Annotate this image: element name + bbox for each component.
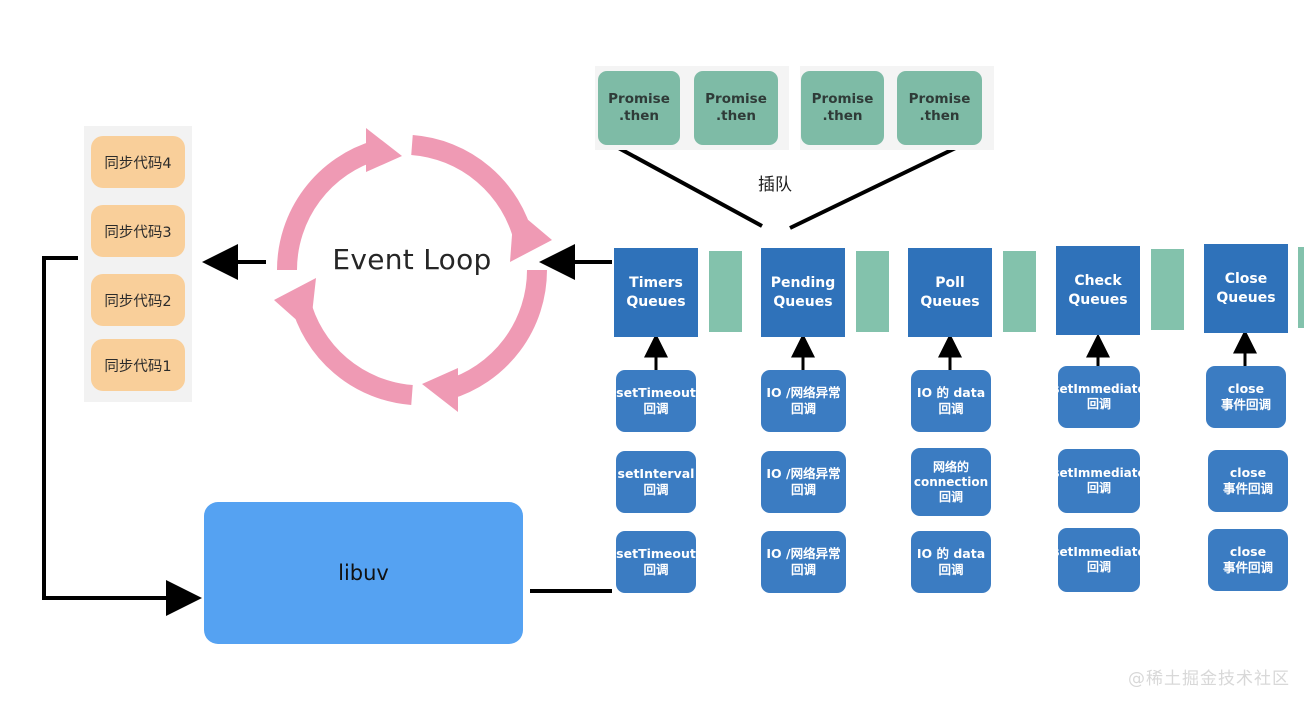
callback-box: setTimeout 回调 — [616, 531, 696, 593]
callback-box: setInterval 回调 — [616, 451, 696, 513]
callback-box: 网络的 connection 回调 — [911, 448, 991, 516]
queue-header-line1: Poll — [935, 275, 965, 292]
libuv-label: libuv — [338, 561, 389, 585]
callback-line2: 回调 — [938, 489, 963, 504]
callback-box: setImmediate 回调 — [1052, 528, 1146, 592]
call-stack-panel: 同步代码4 同步代码3 同步代码2 同步代码1 — [84, 126, 192, 402]
queue-header-line2: Queues — [626, 293, 686, 310]
callback-line2: 回调 — [790, 401, 816, 416]
callback-line2: 回调 — [790, 562, 816, 577]
callback-line2: 回调 — [643, 401, 669, 416]
queue-header-timers: Timers Queues — [614, 248, 698, 337]
callback-line2: 事件回调 — [1220, 397, 1271, 412]
callback-line1: IO /网络异常 — [766, 385, 841, 401]
queue-separator-bar — [1003, 251, 1036, 332]
callback-line1: close — [1229, 465, 1267, 481]
call-stack-item-label: 同步代码2 — [104, 293, 172, 310]
queue-header-line2: Queues — [920, 293, 980, 310]
queue-header-line2: Queues — [773, 293, 833, 310]
queue-separator-bar — [1151, 249, 1184, 330]
promise-label-line1: Promise — [705, 91, 767, 108]
promise-label-line1: Promise — [811, 91, 874, 108]
callback-line1: IO 的 data — [916, 385, 986, 401]
call-stack-item: 同步代码4 — [91, 136, 185, 188]
callback-line2: 回调 — [643, 562, 669, 577]
libuv-box: libuv — [204, 502, 523, 644]
promise-label-line2: .then — [716, 108, 756, 124]
callback-box: setTimeout 回调 — [616, 370, 696, 432]
queue-header-line2: Queues — [1216, 289, 1276, 306]
promise-then-box: Promise .then — [694, 71, 778, 145]
callback-box: close 事件回调 — [1208, 529, 1288, 591]
promise-label-line1: Promise — [908, 91, 971, 108]
callback-line1: 网络的 connection — [913, 459, 989, 489]
queue-header-check: Check Queues — [1056, 246, 1140, 335]
call-stack-item-label: 同步代码4 — [104, 155, 172, 172]
callback-line1: setTimeout — [616, 546, 696, 562]
callback-box: IO /网络异常 回调 — [761, 370, 846, 432]
queue-header-poll: Poll Queues — [908, 248, 992, 337]
callback-line2: 事件回调 — [1222, 560, 1273, 575]
queue-separator-bar — [856, 251, 889, 332]
callback-line1: close — [1229, 544, 1267, 560]
queue-header-line1: Pending — [770, 275, 836, 292]
call-stack-item: 同步代码3 — [91, 205, 185, 257]
event-loop-label: Event Loop — [332, 243, 492, 276]
call-stack-item: 同步代码1 — [91, 339, 185, 391]
callback-box: IO 的 data 回调 — [911, 370, 991, 432]
callback-line1: setInterval — [617, 466, 695, 482]
promise-label-line2: .then — [919, 108, 960, 124]
callback-line2: 回调 — [643, 482, 669, 497]
callback-line1: setTimeout — [616, 385, 696, 401]
queue-separator-bar — [1298, 247, 1304, 328]
insert-queue-label: 插队 — [758, 175, 792, 195]
call-stack-item-label: 同步代码1 — [104, 358, 172, 375]
queue-header-line2: Queues — [1068, 291, 1128, 308]
promise-label-line2: .then — [619, 108, 659, 124]
callback-line1: close — [1227, 381, 1265, 397]
diagram-canvas: 同步代码4 同步代码3 同步代码2 同步代码1 Event Loop libuv — [0, 0, 1304, 711]
queue-header-pending: Pending Queues — [761, 248, 845, 337]
callback-line1: IO 的 data — [916, 546, 986, 562]
callback-box: close 事件回调 — [1206, 366, 1286, 428]
queue-separator-bar — [709, 251, 742, 332]
queue-header-line1: Close — [1224, 271, 1268, 288]
callback-line1: setImmediate — [1052, 466, 1146, 480]
watermark: @稀土掘金技术社区 — [1128, 669, 1290, 689]
callback-line1: setImmediate — [1052, 545, 1146, 559]
queue-header-line1: Check — [1074, 273, 1122, 290]
queue-header-line1: Timers — [629, 275, 683, 292]
callback-line2: 回调 — [1086, 397, 1111, 411]
callback-box: IO 的 data 回调 — [911, 531, 991, 593]
callback-line2: 事件回调 — [1222, 481, 1273, 496]
callback-box: IO /网络异常 回调 — [761, 531, 846, 593]
callback-box: IO /网络异常 回调 — [761, 451, 846, 513]
promise-then-box: Promise .then — [598, 71, 680, 145]
callback-box: close 事件回调 — [1208, 450, 1288, 512]
callback-line2: 回调 — [1086, 560, 1111, 574]
call-stack-item-label: 同步代码3 — [104, 224, 172, 241]
callback-line1: setImmediate — [1052, 382, 1146, 396]
promise-label-line2: .then — [822, 108, 863, 124]
callback-line1: IO /网络异常 — [766, 546, 841, 562]
callback-line2: 回调 — [790, 482, 816, 497]
promise-label-line1: Promise — [608, 91, 670, 108]
callback-line2: 回调 — [938, 562, 964, 577]
promise-then-box: Promise .then — [897, 71, 982, 145]
callback-box: setImmediate 回调 — [1052, 449, 1146, 513]
queue-header-close: Close Queues — [1204, 244, 1288, 333]
callback-box: setImmediate 回调 — [1052, 366, 1146, 428]
promise-then-box: Promise .then — [801, 71, 884, 145]
callback-line1: IO /网络异常 — [766, 466, 841, 482]
call-stack-item: 同步代码2 — [91, 274, 185, 326]
callback-line2: 回调 — [1086, 481, 1111, 495]
callback-line2: 回调 — [938, 401, 964, 416]
